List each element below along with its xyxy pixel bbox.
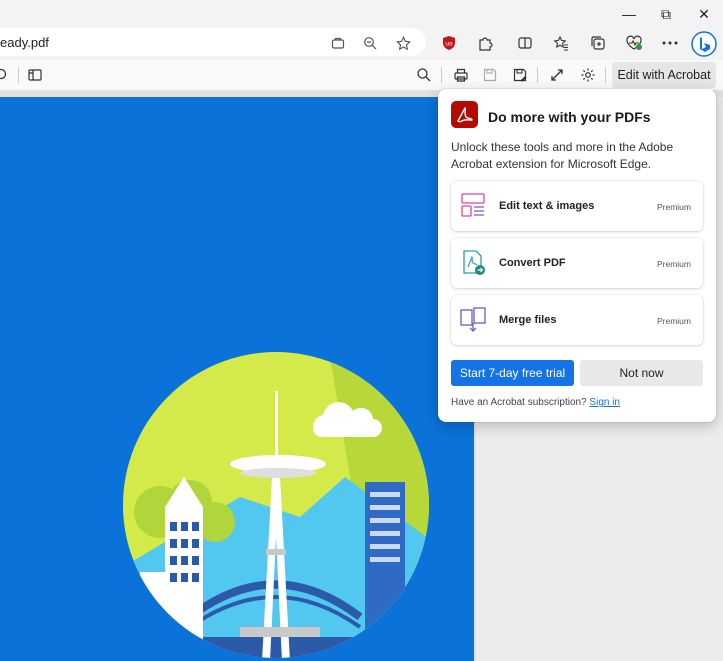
subscription-prompt: Have an Acrobat subscription? (451, 397, 587, 408)
seattle-illustration (123, 352, 429, 658)
convert-pdf-icon (459, 249, 487, 277)
more-options-icon[interactable] (657, 32, 683, 54)
toolbar-divider (537, 67, 538, 83)
merge-files-icon (459, 306, 487, 334)
popup-title: Do more with your PDFs (488, 109, 651, 125)
acrobat-promo-popup: Do more with your PDFs Unlock these tool… (438, 89, 716, 422)
copilot-bing-icon[interactable] (690, 30, 718, 58)
feature-label: Merge files (499, 314, 557, 326)
save-disabled-icon (479, 64, 501, 86)
premium-badge: Premium (656, 259, 691, 269)
pdf-page (0, 97, 474, 661)
feature-label: Convert PDF (499, 257, 566, 269)
browser-essentials-icon[interactable] (621, 32, 647, 54)
maximize-button[interactable]: ⧉ (649, 2, 683, 26)
adobe-acrobat-logo-icon (451, 101, 478, 128)
address-url[interactable]: eady.pdf (0, 35, 49, 50)
edit-with-acrobat-button[interactable]: Edit with Acrobat (612, 62, 716, 88)
favorites-icon[interactable] (548, 32, 574, 54)
feature-card-edit[interactable]: Edit text & images Premium (451, 181, 703, 231)
minimize-button[interactable]: — (612, 2, 646, 26)
edit-text-images-icon (459, 192, 487, 220)
extensions-puzzle-icon[interactable] (472, 32, 498, 54)
feature-card-merge[interactable]: Merge files Premium (451, 295, 703, 345)
toolbar-divider (605, 67, 606, 83)
toolbar-divider (18, 67, 19, 83)
settings-gear-icon[interactable] (577, 64, 599, 86)
save-as-icon[interactable] (509, 64, 531, 86)
popup-description: Unlock these tools and more in the Adobe… (451, 140, 674, 171)
collections-icon[interactable] (585, 32, 611, 54)
address-row: eady.pdf (0, 28, 723, 58)
premium-badge: Premium (656, 202, 691, 212)
read-aloud-icon[interactable] (328, 33, 348, 53)
favorite-star-icon[interactable] (393, 33, 413, 53)
fullscreen-expand-icon[interactable] (546, 64, 568, 86)
page-view-icon[interactable] (24, 64, 46, 86)
address-bar[interactable]: eady.pdf (0, 28, 426, 56)
premium-badge: Premium (656, 316, 691, 326)
popup-footer: Have an Acrobat subscription? Sign in (451, 397, 620, 408)
sign-in-link[interactable]: Sign in (589, 397, 620, 408)
close-button[interactable]: ✕ (687, 2, 721, 26)
feature-card-convert[interactable]: Convert PDF Premium (451, 238, 703, 288)
feature-label: Edit text & images (499, 200, 595, 212)
search-partial-icon[interactable] (0, 64, 14, 86)
ublock-extension-icon[interactable]: uo (436, 32, 462, 54)
find-search-icon[interactable] (413, 64, 435, 86)
start-free-trial-button[interactable]: Start 7-day free trial (451, 360, 574, 386)
toolbar-divider (441, 67, 442, 83)
split-screen-icon[interactable] (512, 32, 538, 54)
zoom-out-icon[interactable] (360, 33, 380, 53)
not-now-button[interactable]: Not now (580, 360, 703, 386)
pdf-toolbar: Edit with Acrobat (0, 60, 723, 91)
svg-text:uo: uo (445, 41, 453, 48)
print-icon[interactable] (450, 64, 472, 86)
title-bar: — ⧉ ✕ (0, 0, 723, 28)
